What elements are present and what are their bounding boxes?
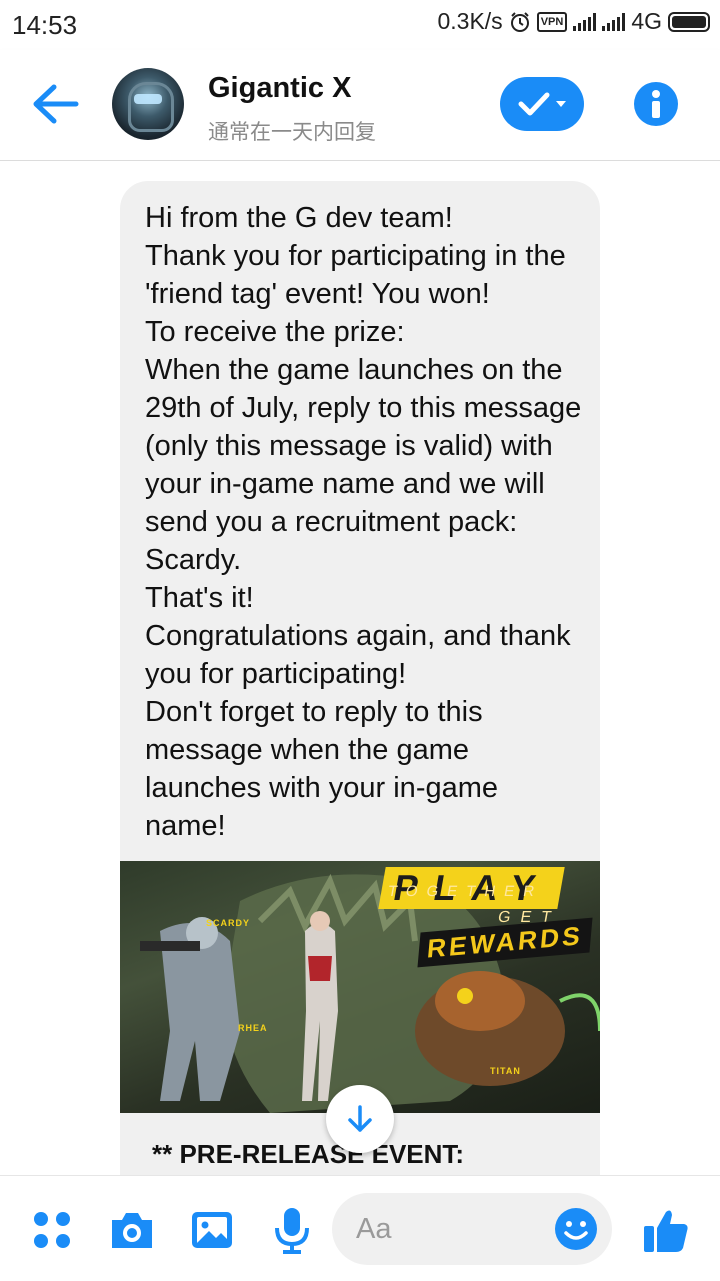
message-bubble[interactable]: Hi from the G dev team! Thank you for pa… (120, 181, 600, 1175)
contact-name[interactable]: Gigantic X (208, 72, 351, 105)
message-text: Hi from the G dev team! Thank you for pa… (145, 202, 582, 842)
composer-bar (0, 1175, 720, 1281)
battery-icon (668, 11, 710, 32)
thumbs-up-icon (644, 1210, 688, 1252)
status-time: 14:53 (12, 10, 78, 40)
gallery-icon (192, 1212, 232, 1248)
camera-button[interactable] (108, 1206, 156, 1254)
arrow-down-icon (348, 1105, 372, 1132)
signal-icon (602, 12, 626, 31)
alarm-icon (510, 11, 529, 32)
back-arrow-icon[interactable] (30, 82, 80, 126)
gallery-button[interactable] (188, 1206, 236, 1254)
more-icon (34, 1212, 70, 1248)
event-heading: ** PRE-RELEASE EVENT: (152, 1139, 465, 1169)
promo-together-text: TOGETHER (386, 883, 545, 900)
avatar[interactable] (112, 68, 184, 140)
message-image[interactable]: PLAY TOGETHER GET REWARDS SCARDY RHEA TI… (120, 861, 600, 1113)
checkmark-icon (518, 92, 550, 116)
contact-status: 通常在一天内回复 (208, 120, 376, 144)
avatar-visor (134, 94, 162, 104)
avatar-helmet (128, 82, 174, 132)
info-button[interactable] (634, 82, 678, 126)
emoji-icon[interactable] (554, 1207, 598, 1251)
tag-titan: TITAN (490, 1066, 521, 1076)
network-speed: 0.3K/s (437, 8, 503, 34)
like-button[interactable] (642, 1206, 690, 1254)
tag-rhea: RHEA (238, 1023, 268, 1033)
message-input-container (332, 1193, 612, 1265)
microphone-icon (275, 1208, 309, 1254)
microphone-button[interactable] (268, 1206, 316, 1254)
message-input[interactable] (356, 1193, 546, 1265)
signal-icon (573, 12, 597, 31)
camera-icon (112, 1213, 152, 1248)
conversation-header: Gigantic X 通常在一天内回复 (0, 50, 720, 161)
tag-scardy: SCARDY (206, 918, 251, 928)
check-button[interactable] (500, 77, 584, 131)
status-icons: 0.3K/s VPN 4G (437, 8, 710, 35)
chevron-down-icon (556, 101, 566, 107)
more-button[interactable] (28, 1206, 76, 1254)
network-type: 4G (631, 8, 662, 34)
status-bar: 14:53 0.3K/s VPN 4G (0, 0, 720, 50)
message-thread: Hi from the G dev team! Thank you for pa… (0, 161, 720, 1175)
scroll-to-bottom-button[interactable] (326, 1085, 394, 1153)
info-icon (652, 90, 660, 118)
vpn-icon: VPN (536, 11, 568, 32)
